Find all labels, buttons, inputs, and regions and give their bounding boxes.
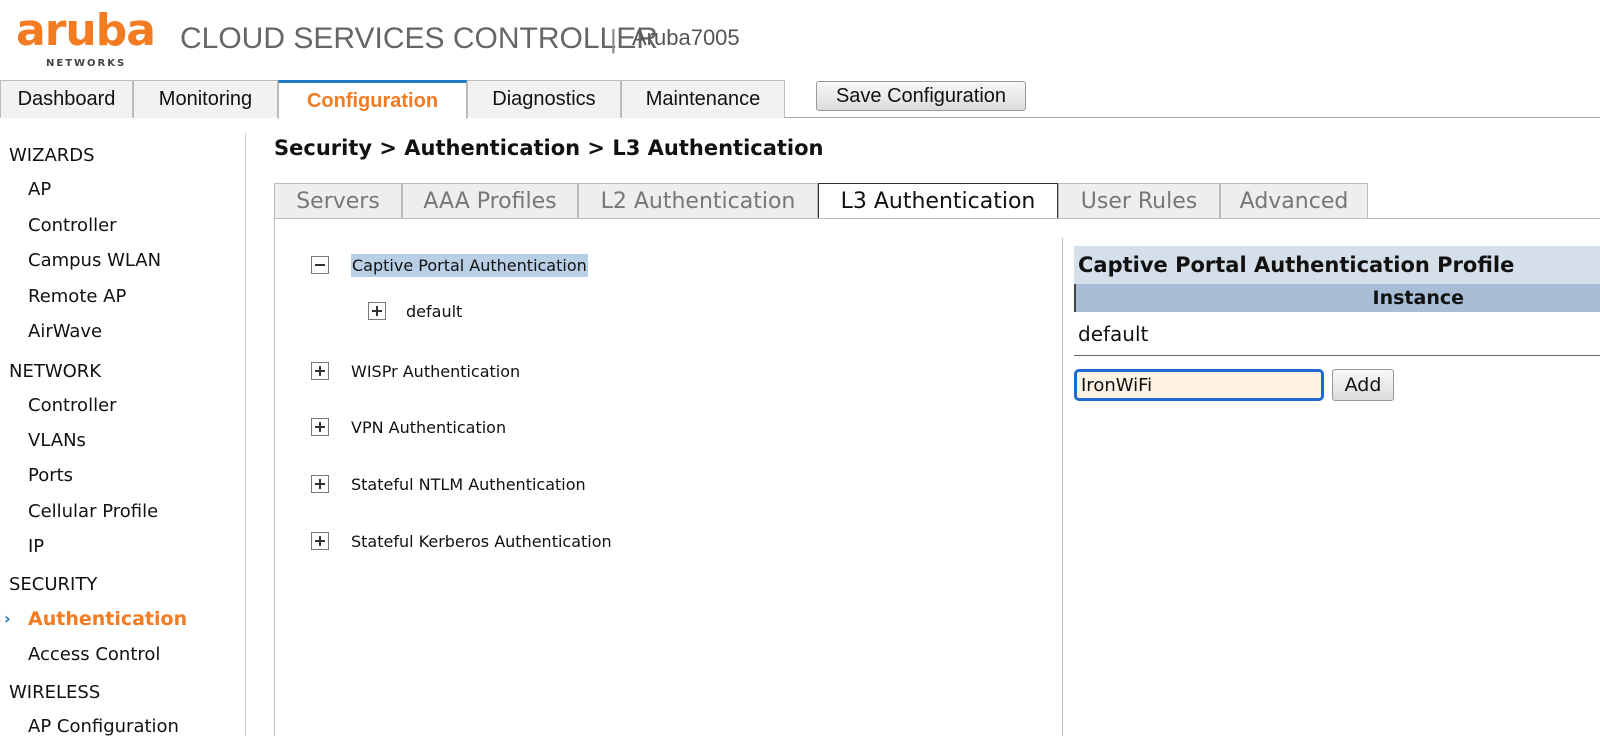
tree-node-stateful-kerberos[interactable]: Stateful Kerberos Authentication — [351, 532, 612, 551]
sidebar-item-authentication[interactable]: Authentication — [28, 608, 187, 630]
sidebar-section-wizards: WIZARDS — [9, 145, 95, 166]
expand-icon[interactable] — [311, 362, 329, 380]
instance-row[interactable]: default — [1074, 318, 1600, 356]
sidebar-item-campus-wlan[interactable]: Campus WLAN — [28, 250, 161, 271]
panel-divider — [1062, 238, 1063, 736]
collapse-icon[interactable] — [311, 256, 329, 274]
subtab-advanced[interactable]: Advanced — [1220, 183, 1368, 219]
tab-dashboard[interactable]: Dashboard — [0, 80, 133, 118]
subtab-user-rules[interactable]: User Rules — [1058, 183, 1220, 219]
sidebar-item-network-controller[interactable]: Controller — [28, 395, 117, 416]
app-header: aruba NETWORKS CLOUD SERVICES CONTROLLER… — [0, 0, 1600, 78]
sidebar-item-ip[interactable]: IP — [28, 536, 44, 557]
expand-icon[interactable] — [368, 302, 386, 320]
instance-column-header: Instance — [1074, 284, 1600, 312]
sidebar-item-ap-configuration[interactable]: AP Configuration — [28, 716, 179, 737]
subtab-bar: Servers AAA Profiles L2 Authentication L… — [274, 183, 1600, 219]
tree-node-captive-portal[interactable]: Captive Portal Authentication — [351, 254, 588, 277]
breadcrumb: Security > Authentication > L3 Authentic… — [274, 136, 824, 160]
tree-node-vpn[interactable]: VPN Authentication — [351, 418, 506, 437]
sidebar-section-security: SECURITY — [9, 574, 98, 595]
sidebar-item-ports[interactable]: Ports — [28, 465, 73, 486]
top-navigation: Dashboard Monitoring Configuration Diagn… — [0, 80, 1600, 119]
add-instance-button[interactable]: Add — [1332, 369, 1394, 401]
expand-icon[interactable] — [311, 532, 329, 550]
sidebar-section-network: NETWORK — [9, 361, 102, 382]
aruba-logo: aruba NETWORKS — [16, 6, 162, 72]
sidebar-item-airwave[interactable]: AirWave — [28, 321, 102, 342]
title-separator: | — [610, 24, 617, 54]
logo-word: aruba — [16, 5, 156, 56]
sidebar-item-ap[interactable]: AP — [28, 179, 51, 200]
subtab-l2-authentication[interactable]: L2 Authentication — [578, 183, 818, 219]
tab-monitoring[interactable]: Monitoring — [133, 80, 278, 118]
chevron-right-icon: › — [4, 609, 11, 628]
product-name: CLOUD SERVICES CONTROLLER — [180, 22, 658, 55]
sidebar-item-remote-ap[interactable]: Remote AP — [28, 286, 126, 307]
sidebar-item-cellular-profile[interactable]: Cellular Profile — [28, 501, 158, 522]
sidebar-item-access-control[interactable]: Access Control — [28, 644, 160, 665]
sidebar-section-wireless: WIRELESS — [9, 682, 101, 703]
tab-maintenance[interactable]: Maintenance — [621, 80, 785, 118]
subtab-servers[interactable]: Servers — [274, 183, 402, 219]
subtab-aaa-profiles[interactable]: AAA Profiles — [402, 183, 578, 219]
tab-configuration[interactable]: Configuration — [278, 80, 467, 119]
new-instance-input[interactable] — [1074, 369, 1324, 401]
logo-subtitle: NETWORKS — [46, 58, 127, 69]
sidebar: WIZARDS AP Controller Campus WLAN Remote… — [0, 133, 246, 737]
expand-icon[interactable] — [311, 475, 329, 493]
sidebar-item-controller[interactable]: Controller — [28, 215, 117, 236]
tree-node-default[interactable]: default — [406, 302, 462, 321]
profile-title: Captive Portal Authentication Profile — [1074, 246, 1600, 284]
save-configuration-button[interactable]: Save Configuration — [816, 81, 1026, 111]
tab-diagnostics[interactable]: Diagnostics — [467, 80, 621, 118]
controller-hostname: Aruba7005 — [632, 25, 740, 50]
expand-icon[interactable] — [311, 418, 329, 436]
tree-node-wispr[interactable]: WISPr Authentication — [351, 362, 520, 381]
sidebar-item-vlans[interactable]: VLANs — [28, 430, 86, 451]
subtab-l3-authentication[interactable]: L3 Authentication — [818, 183, 1058, 219]
tree-node-stateful-ntlm[interactable]: Stateful NTLM Authentication — [351, 475, 586, 494]
